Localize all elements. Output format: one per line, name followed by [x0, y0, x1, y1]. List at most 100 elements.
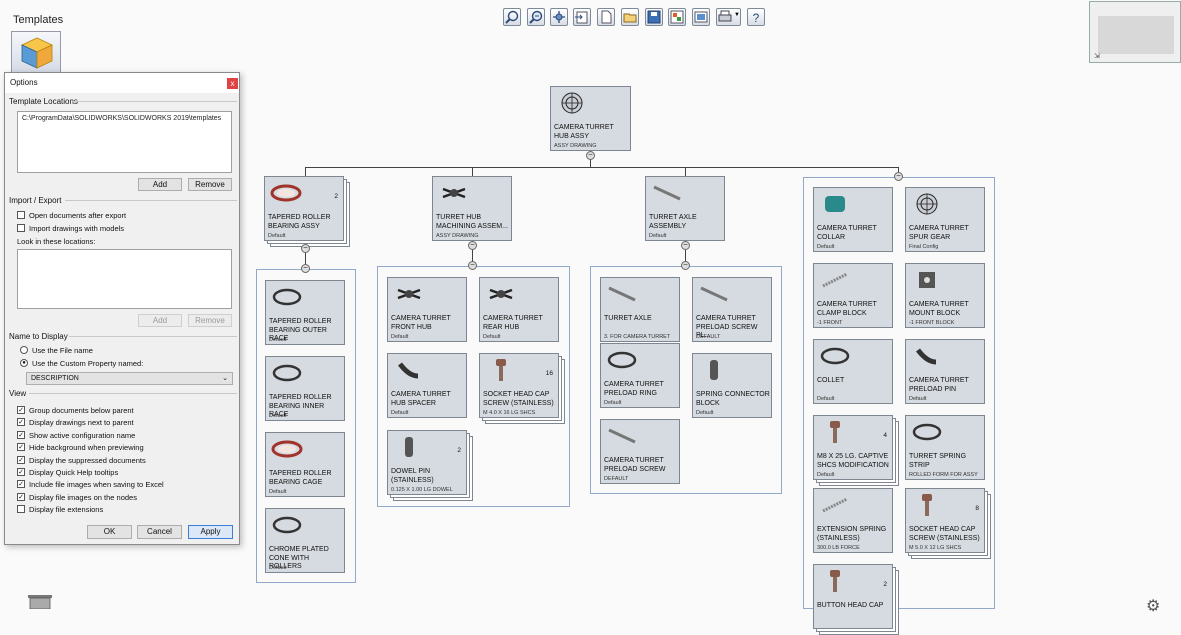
tree-node[interactable]: CAMERA TURRET HUB SPACER Default	[387, 353, 467, 418]
radio-icon[interactable]	[20, 346, 28, 354]
template-locations-list[interactable]: C:\ProgramData\SOLIDWORKS\SOLIDWORKS 201…	[17, 111, 232, 173]
tree-node[interactable]: CAMERA TURRET PRELOAD PIN Default	[905, 339, 985, 404]
option-label: Open documents after export	[29, 211, 127, 220]
tree-node[interactable]: CAMERA TURRET FRONT HUB Default	[387, 277, 467, 342]
tree-node[interactable]: TURRET AXLE 3. FOR CAMERA TURRET	[600, 277, 680, 342]
collapse-toggle-icon[interactable]: −	[894, 172, 903, 181]
radio-option[interactable]: Use the File name	[20, 345, 230, 356]
zoom-in-button[interactable]	[503, 8, 521, 26]
node-config: -1 FRONT BLOCK	[909, 320, 955, 326]
checkbox-option[interactable]: Display file extensions	[17, 504, 227, 515]
overview-minimap[interactable]: ⇲	[1089, 1, 1181, 63]
template-path-item[interactable]: C:\ProgramData\SOLIDWORKS\SOLIDWORKS 201…	[22, 115, 227, 122]
checkbox-option[interactable]: ✓ Display the suppressed documents	[17, 455, 227, 466]
new-document-button[interactable]	[597, 8, 615, 26]
tree-node[interactable]: CAMERA TURRET MOUNT BLOCK -1 FRONT BLOCK	[905, 263, 985, 328]
checkbox-option[interactable]: ✓ Show active configuration name	[17, 430, 227, 441]
tree-node[interactable]: M8 X 25 LG. CAPTIVE SHCS MODIFICATION Def…	[813, 415, 893, 480]
tree-node[interactable]: TURRET AXLE ASSEMBLY Default	[645, 176, 725, 241]
tree-node[interactable]: TURRET SPRING STRIP ROLLED FORM FOR ASSY	[905, 415, 985, 480]
property-select[interactable]: DESCRIPTION ⌄	[26, 372, 233, 385]
help-button[interactable]: ?	[747, 8, 765, 26]
tree-node[interactable]: CAMERA TURRET REAR HUB Default	[479, 277, 559, 342]
ok-button[interactable]: OK	[87, 525, 132, 539]
zoom-fit-button[interactable]	[527, 8, 545, 26]
template-cube-icon[interactable]	[11, 31, 61, 73]
checkbox-option[interactable]: ✓ Include file images when saving to Exce…	[17, 479, 227, 490]
checkbox-icon[interactable]: ✓	[17, 406, 25, 414]
export-button[interactable]	[692, 8, 710, 26]
checkbox-icon[interactable]: ✓	[17, 480, 25, 489]
collapse-toggle-icon[interactable]: −	[301, 244, 310, 253]
checkbox-option[interactable]: ✓ Display file images on the nodes	[17, 492, 227, 503]
checkbox-option[interactable]: ✓ Hide background when previewing	[17, 442, 227, 453]
radio-icon[interactable]: ●	[20, 358, 28, 367]
option-label: Import drawings with models	[29, 223, 125, 233]
add-location-button[interactable]: Add	[138, 178, 182, 191]
checkbox-icon[interactable]: ✓	[17, 418, 25, 427]
collapse-toggle-icon[interactable]: −	[586, 151, 595, 160]
name-display-label: Name to Display	[9, 332, 68, 341]
tree-node[interactable]: CHROME PLATED CONE WITH ROLLERS Default	[265, 508, 345, 573]
tree-node[interactable]: CAMERA TURRET HUB ASSY ASSY DRAWING	[550, 86, 631, 151]
save-button[interactable]	[645, 8, 663, 26]
tree-node[interactable]: TURRET HUB MACHINING ASSEM... ASSY DRAWIN…	[432, 176, 512, 241]
tree-node[interactable]: EXTENSION SPRING (STAINLESS) 300.0 LB FOR…	[813, 488, 893, 553]
checkbox-option[interactable]: ✓ Display Quick Help tooltips	[17, 467, 227, 478]
cancel-button[interactable]: Cancel	[137, 525, 182, 539]
tree-node[interactable]: SOCKET HEAD CAP SCREW (STAINLESS) M 4.0 X…	[479, 353, 559, 418]
tree-node[interactable]: SPRING CONNECTOR BLOCK Default	[692, 353, 772, 418]
print-button[interactable]: ▼	[716, 8, 741, 26]
checkbox-icon[interactable]: ✓	[17, 455, 25, 464]
collapse-toggle-icon[interactable]: −	[681, 241, 690, 250]
collapse-toggle-icon[interactable]: −	[681, 261, 690, 270]
tree-node[interactable]: COLLET Default	[813, 339, 893, 404]
tree-node[interactable]: CAMERA TURRET PRELOAD RING Default	[600, 343, 680, 408]
tree-node[interactable]: DOWEL PIN (STAINLESS) 0.125 X 1.00 LG DOW…	[387, 430, 467, 495]
look-in-locations-list[interactable]	[17, 249, 232, 309]
add-lookin-button[interactable]: Add	[138, 314, 182, 327]
collapse-toggle-icon[interactable]: −	[301, 264, 310, 273]
open-button[interactable]	[621, 8, 639, 26]
import-button[interactable]	[573, 8, 591, 26]
checkbox-icon[interactable]: ✓	[17, 492, 25, 501]
option-label: Display file images on the nodes	[29, 492, 137, 502]
checkbox-icon[interactable]: ✓	[17, 430, 25, 439]
tree-node[interactable]: CAMERA TURRET PRELOAD SCREW PL... DEFAULT	[692, 277, 772, 342]
close-button[interactable]: x	[227, 78, 238, 89]
tree-node[interactable]: SOCKET HEAD CAP SCREW (STAINLESS) M 5.0 X…	[905, 488, 985, 553]
resize-grip-icon[interactable]: ⇲	[1094, 52, 1100, 60]
tree-node[interactable]: CAMERA TURRET COLLAR Default	[813, 187, 893, 252]
tree-node[interactable]: CAMERA TURRET CLAMP BLOCK -1 FRONT	[813, 263, 893, 328]
tree-node[interactable]: TAPERED ROLLER BEARING OUTER RACE Default	[265, 280, 345, 345]
checkbox-icon[interactable]	[17, 211, 25, 219]
remove-location-button[interactable]: Remove	[188, 178, 232, 191]
checkbox-option[interactable]: ✓ Group documents below parent	[17, 405, 227, 416]
tree-node[interactable]: TAPERED ROLLER BEARING CAGE Default	[265, 432, 345, 497]
node-config: M 4.0 X 16 LG SHCS	[483, 410, 536, 416]
checkbox-icon[interactable]: ✓	[17, 443, 25, 452]
tree-node[interactable]: TAPERED ROLLER BEARING ASSY Default 2	[264, 176, 344, 241]
tree-node[interactable]: TAPERED ROLLER BEARING INNER RACE Default	[265, 356, 345, 421]
trash-icon[interactable]	[26, 592, 54, 614]
gear-icon[interactable]: ⚙	[1146, 596, 1160, 616]
collapse-toggle-icon[interactable]: −	[468, 241, 477, 250]
apply-button[interactable]: Apply	[188, 525, 233, 539]
checkbox-icon[interactable]	[17, 505, 25, 514]
tree-node[interactable]: CAMERA TURRET PRELOAD SCREW DEFAULT	[600, 419, 680, 484]
checkbox-option[interactable]: Import drawings with models	[17, 223, 227, 234]
radio-option[interactable]: ● Use the Custom Property named:	[20, 358, 230, 369]
settings-button[interactable]	[550, 8, 568, 26]
collapse-toggle-icon[interactable]: −	[468, 261, 477, 270]
tree-node[interactable]: BUTTON HEAD CAP 2	[813, 564, 893, 629]
checkbox-option[interactable]: Open documents after export	[17, 210, 227, 221]
node-name: SOCKET HEAD CAP SCREW (STAINLESS)	[483, 391, 554, 407]
divider	[73, 101, 237, 102]
checkbox-icon[interactable]: ✓	[17, 468, 25, 476]
checkbox-option[interactable]: ✓ Display drawings next to parent	[17, 417, 227, 428]
checkbox-icon[interactable]	[17, 223, 25, 232]
tree-node[interactable]: CAMERA TURRET SPUR GEAR Final Config	[905, 187, 985, 252]
remove-lookin-button[interactable]: Remove	[188, 314, 232, 327]
palette-button[interactable]	[668, 8, 686, 26]
dialog-title: Options	[5, 73, 239, 93]
